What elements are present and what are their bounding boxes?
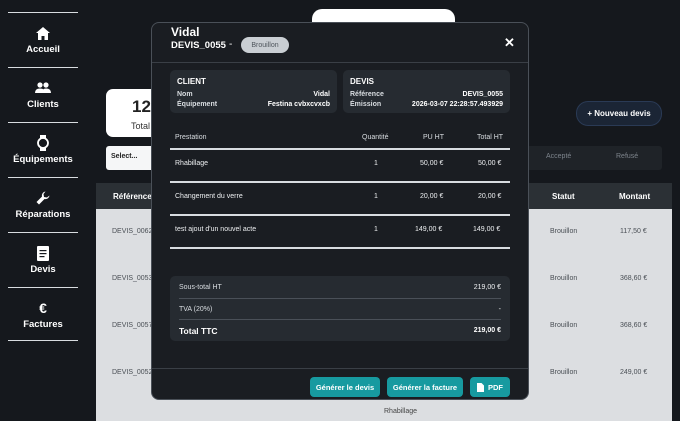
client-heading: CLIENT: [177, 77, 206, 86]
sidebar-item-clients[interactable]: Clients: [8, 67, 78, 122]
vat-value: -: [498, 306, 501, 313]
modal-title: Vidal: [171, 25, 200, 39]
totals-card: Sous-total HT 219,00 € TVA (20%) - Total…: [170, 276, 510, 341]
table-divider: [170, 247, 510, 249]
quote-id: DEVIS_0055: [171, 40, 226, 51]
service-name: Rhabillage: [175, 160, 209, 167]
service-row: Rhabillage 1 50,00 € 50,00 €: [170, 149, 510, 181]
quote-emission-label: Émission: [350, 101, 382, 108]
footer-divider: [152, 368, 528, 369]
services-header: Prestation Quantité PU HT Total HT: [170, 131, 510, 147]
sidebar-item-equipements[interactable]: Équipements: [8, 122, 78, 177]
service-row: test ajout d'un nouvel acte 1 149,00 € 1…: [170, 215, 510, 247]
column-header-status[interactable]: Statut: [552, 192, 575, 201]
modal-header: Vidal DEVIS_0055 - Brouillon ✕: [152, 23, 528, 61]
vat-label: TVA (20%): [179, 306, 213, 313]
service-unit-price: 50,00 €: [420, 160, 444, 167]
sidebar-item-label: Clients: [27, 99, 59, 110]
service-name: Changement du verre: [175, 193, 243, 200]
quote-reference-value: DEVIS_0055: [462, 91, 503, 98]
filter-chip-refused[interactable]: Refusé: [616, 153, 638, 160]
cell-amount: 368,60 €: [620, 322, 648, 329]
header-divider: [152, 62, 528, 63]
quote-reference-label: Référence: [350, 91, 384, 98]
stat-caption: Total: [131, 121, 151, 131]
quote-heading: DEVIS: [350, 77, 375, 86]
filter-chip-accepted[interactable]: Accepté: [546, 153, 571, 160]
pdf-button[interactable]: PDF: [470, 377, 510, 397]
totals-divider: [179, 298, 501, 299]
client-equipment-value: Festina cvbxcvxcb: [267, 101, 330, 108]
sidebar-item-label: Équipements: [13, 154, 73, 165]
home-icon: [35, 25, 51, 41]
sidebar-item-devis[interactable]: Devis: [8, 232, 78, 287]
quote-card: DEVIS Référence DEVIS_0055 Émission 2026…: [343, 70, 510, 113]
sidebar-item-label: Factures: [23, 319, 63, 330]
euro-icon: €: [39, 300, 47, 316]
service-quantity: 1: [374, 226, 378, 233]
cell-amount: 117,50 €: [620, 228, 647, 235]
stat-number: 12: [132, 97, 151, 116]
sidebar-item-reparations[interactable]: Réparations: [8, 177, 78, 232]
watch-icon: [35, 135, 51, 151]
subtotal-value: 219,00 €: [473, 284, 501, 291]
service-total: 20,00 €: [478, 193, 502, 200]
total-label: Total TTC: [179, 326, 218, 336]
column-header-service: Prestation: [175, 134, 207, 141]
stat-card-total: 12 Total: [106, 89, 156, 137]
service-quantity: 1: [374, 160, 378, 167]
background-row-snippet: Rhabillage: [384, 408, 418, 415]
cell-reference: DEVIS_0053: [112, 275, 153, 282]
service-quantity: 1: [374, 193, 378, 200]
cell-status: Brouillon: [550, 369, 578, 376]
filter-select[interactable]: Select...: [106, 146, 156, 170]
file-icon: [477, 382, 484, 392]
generate-quote-button[interactable]: Générer le devis: [310, 377, 380, 397]
cell-status: Brouillon: [550, 322, 578, 329]
column-header-quantity: Quantité: [362, 134, 389, 141]
client-card: CLIENT Nom Vidal Équipement Festina cvbx…: [170, 70, 337, 113]
quote-emission-value: 2026-03-07 22:28:57.493929: [411, 101, 503, 108]
client-equipment-label: Équipement: [177, 101, 218, 108]
cell-reference: DEVIS_0052: [112, 369, 153, 376]
sidebar-item-factures[interactable]: € Factures: [8, 287, 78, 342]
status-badge: Brouillon: [241, 37, 289, 53]
users-icon: [35, 80, 51, 96]
wrench-icon: [35, 190, 51, 206]
column-header-unit-price: PU HT: [423, 134, 444, 141]
subtotal-label: Sous-total HT: [179, 284, 222, 291]
totals-divider: [179, 319, 501, 320]
cell-amount: 368,60 €: [620, 275, 648, 282]
total-value: 219,00 €: [473, 327, 501, 334]
sidebar-item-accueil[interactable]: Accueil: [8, 12, 78, 67]
service-row: Changement du verre 1 20,00 € 20,00 €: [170, 182, 510, 214]
quote-modal: Vidal DEVIS_0055 - Brouillon ✕ CLIENT No…: [151, 22, 529, 400]
client-name-value: Vidal: [313, 91, 330, 98]
cell-status: Brouillon: [550, 275, 578, 282]
close-icon[interactable]: ✕: [504, 36, 515, 49]
sidebar-divider: [8, 340, 78, 341]
column-header-amount[interactable]: Montant: [619, 192, 650, 201]
service-name: test ajout d'un nouvel acte: [175, 226, 257, 233]
service-unit-price: 149,00 €: [415, 226, 443, 233]
new-quote-button[interactable]: + Nouveau devis: [576, 101, 662, 126]
cell-reference: DEVIS_0062: [112, 228, 153, 235]
title-separator: -: [229, 39, 233, 50]
sidebar-item-label: Devis: [30, 264, 56, 275]
cell-status: Brouillon: [550, 228, 578, 235]
sidebar: Accueil Clients Équipements Réparations …: [0, 0, 82, 421]
generate-invoice-button[interactable]: Générer la facture: [387, 377, 463, 397]
column-header-reference[interactable]: Référence: [113, 192, 152, 201]
client-name-label: Nom: [177, 91, 193, 98]
sidebar-item-label: Accueil: [26, 44, 60, 55]
document-icon: [35, 245, 51, 261]
cell-reference: DEVIS_0057: [112, 322, 153, 329]
sidebar-item-label: Réparations: [15, 209, 71, 220]
column-header-total: Total HT: [477, 134, 504, 141]
pdf-button-label: PDF: [488, 382, 503, 392]
service-total: 50,00 €: [478, 160, 502, 167]
service-unit-price: 20,00 €: [420, 193, 444, 200]
cell-amount: 249,00 €: [620, 369, 648, 376]
service-total: 149,00 €: [473, 226, 501, 233]
